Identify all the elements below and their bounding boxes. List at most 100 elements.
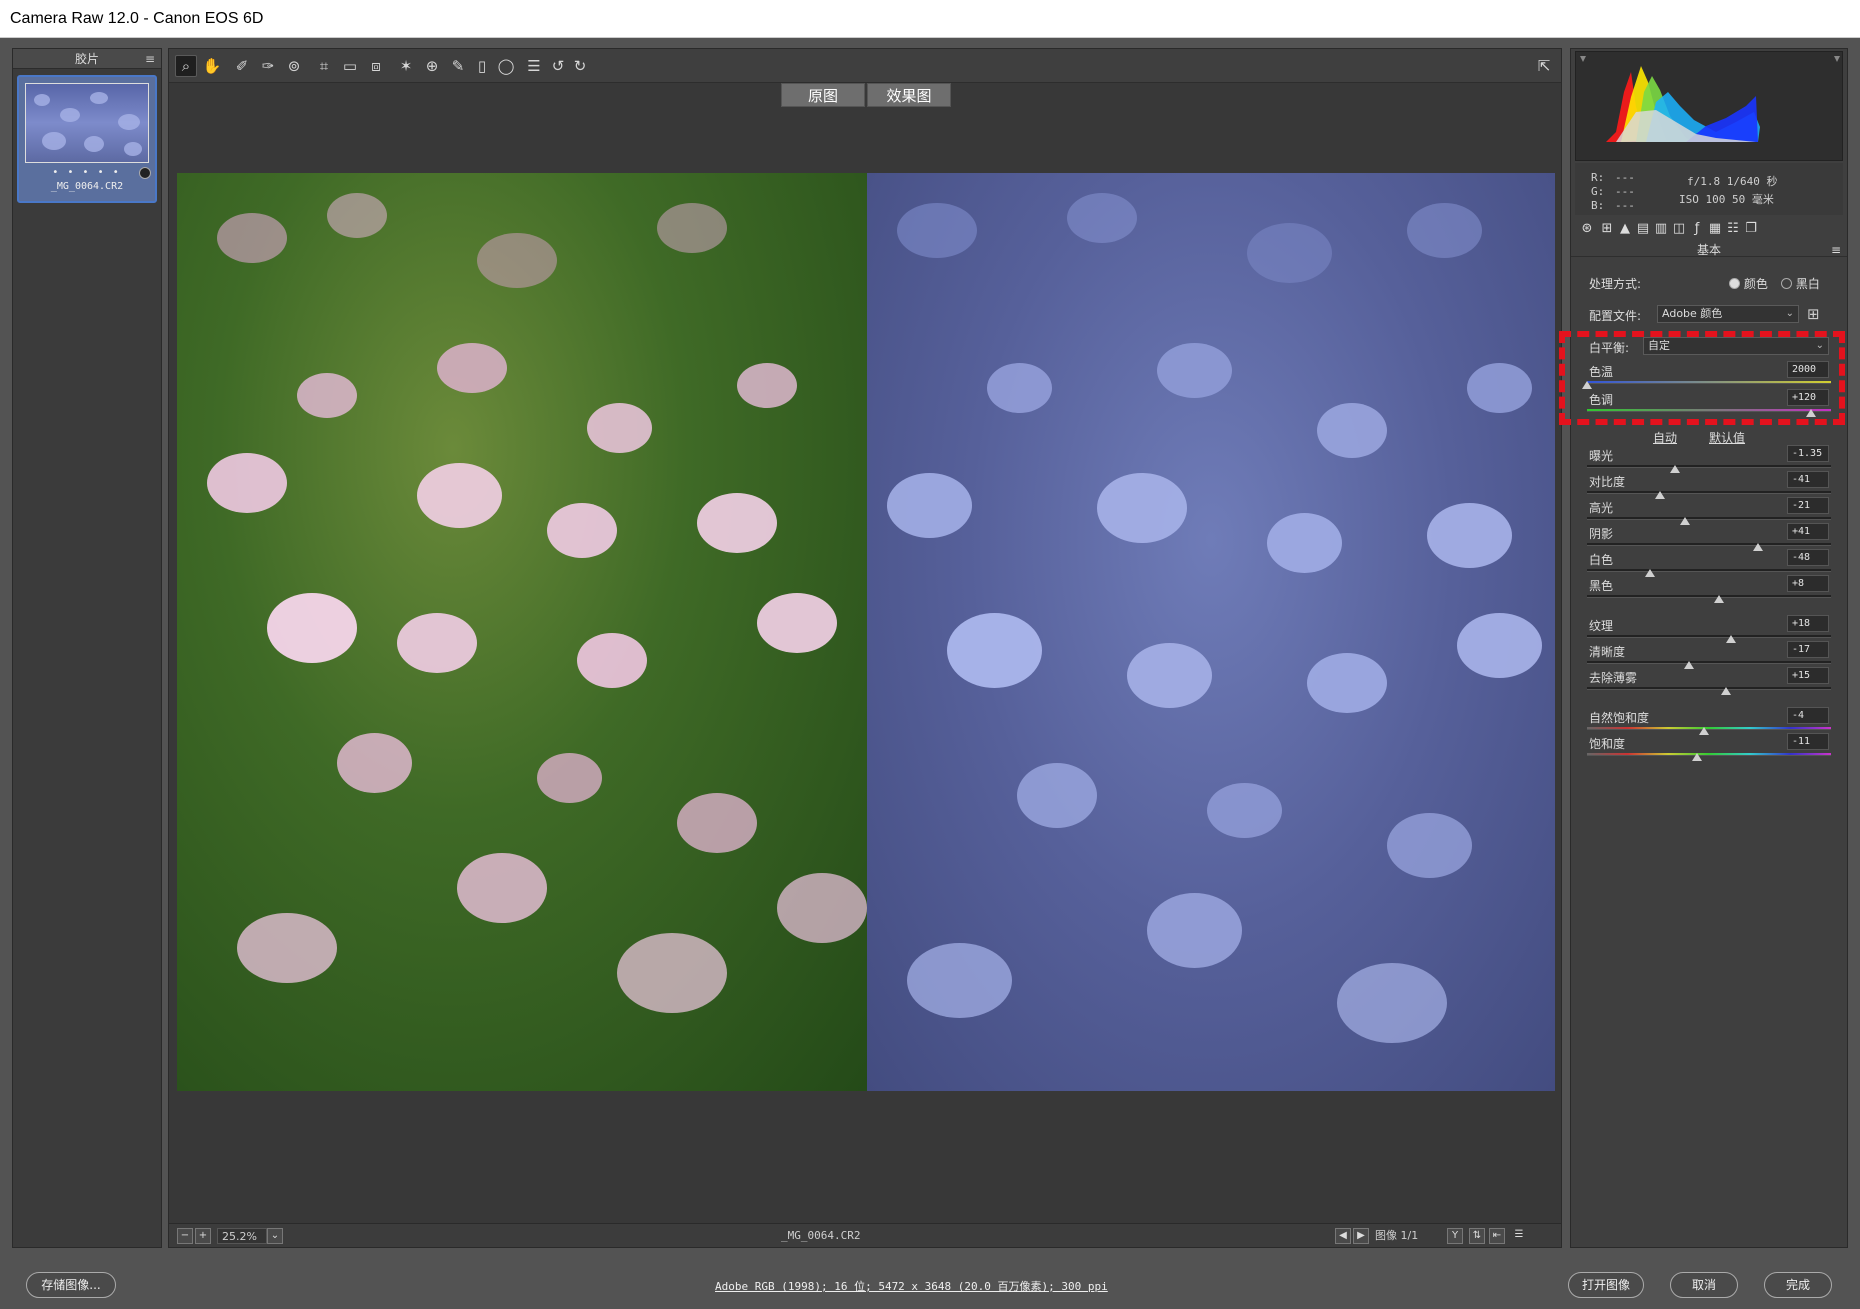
slider-value-tint[interactable]: +120 <box>1787 389 1829 406</box>
red-eye-icon[interactable]: ⊕ <box>421 55 443 77</box>
chevron-down-icon[interactable]: ⌄ <box>267 1228 283 1244</box>
slider-handle[interactable] <box>1655 491 1666 499</box>
menu-icon[interactable]: ≡ <box>145 49 155 69</box>
open-image-button[interactable]: 打开图像 <box>1568 1272 1644 1298</box>
thumbnail-image <box>25 83 149 163</box>
straighten-icon[interactable]: ▭ <box>339 55 361 77</box>
lens-tab-icon[interactable]: ◫ <box>1671 221 1687 237</box>
thumbnail-filename: _MG_0064.CR2 <box>50 181 124 192</box>
zoom-out-button[interactable]: − <box>177 1228 193 1244</box>
shadows-slider[interactable] <box>1587 543 1831 551</box>
slider-handle[interactable] <box>1669 465 1680 473</box>
slider-handle[interactable] <box>1721 687 1732 695</box>
vibrance-slider[interactable] <box>1587 727 1831 735</box>
auto-link[interactable]: 自动 <box>1653 429 1677 446</box>
transform-icon[interactable]: ⧈ <box>365 55 387 77</box>
highlights-slider[interactable] <box>1587 517 1831 525</box>
slider-label-temp: 色温 <box>1589 365 1614 379</box>
crop-icon[interactable]: ⌗ <box>313 55 335 77</box>
clarity-slider[interactable] <box>1587 661 1831 669</box>
window-title: Camera Raw 12.0 - Canon EOS 6D <box>0 0 1860 38</box>
slider-value-exposure[interactable]: -1.35 <box>1787 445 1829 462</box>
treatment-bw-radio[interactable]: 黑白 <box>1781 275 1820 292</box>
next-image-icon[interactable]: ▶ <box>1353 1228 1369 1244</box>
exposure-slider[interactable] <box>1587 465 1831 473</box>
slider-value-clarity[interactable]: -17 <box>1787 641 1829 658</box>
workflow-options-link[interactable]: Adobe RGB (1998); 16 位; 5472 x 3648 (20.… <box>715 1278 1108 1294</box>
slider-value-saturation[interactable]: -11 <box>1787 733 1829 750</box>
zoom-in-button[interactable]: + <box>195 1228 211 1244</box>
detail-tab-icon[interactable]: ▲ <box>1617 221 1633 237</box>
zoom-level[interactable]: 25.2% <box>217 1228 267 1244</box>
rotate-left-icon[interactable]: ↺ <box>547 55 569 77</box>
hand-icon[interactable]: ✋ <box>201 55 223 77</box>
color-sampler-icon[interactable]: ✑ <box>257 55 279 77</box>
slider-value-shadows[interactable]: +41 <box>1787 523 1829 540</box>
slider-handle[interactable] <box>1699 727 1710 735</box>
slider-value-highlights[interactable]: -21 <box>1787 497 1829 514</box>
slider-handle[interactable] <box>1725 635 1736 643</box>
save-image-button[interactable]: 存储图像... <box>26 1272 116 1298</box>
white-balance-icon[interactable]: ✐ <box>231 55 253 77</box>
whites-slider[interactable] <box>1587 569 1831 577</box>
radial-filter-icon[interactable]: ◯ <box>495 55 517 77</box>
preview-preferences-icon[interactable]: ☰ <box>1511 1228 1527 1244</box>
adjustment-brush-icon[interactable]: ✎ <box>447 55 469 77</box>
slider-value-dehaze[interactable]: +15 <box>1787 667 1829 684</box>
slider-handle[interactable] <box>1713 595 1724 603</box>
graduated-filter-icon[interactable]: ▯ <box>471 55 493 77</box>
slider-handle[interactable] <box>1806 409 1817 417</box>
slider-handle[interactable] <box>1582 381 1592 389</box>
presets-tab-icon[interactable]: ☷ <box>1725 221 1741 237</box>
temp-slider[interactable] <box>1582 381 1831 389</box>
slider-value-blacks[interactable]: +8 <box>1787 575 1829 592</box>
slider-value-texture[interactable]: +18 <box>1787 615 1829 632</box>
calibration-tab-icon[interactable]: ▦ <box>1707 221 1723 237</box>
tone-curve-tab-icon[interactable]: ⊞ <box>1599 221 1615 237</box>
target-adjust-icon[interactable]: ⊚ <box>283 55 305 77</box>
default-link[interactable]: 默认值 <box>1709 429 1745 446</box>
slider-handle[interactable] <box>1679 517 1690 525</box>
saturation-slider[interactable] <box>1587 753 1831 761</box>
split-toning-tab-icon[interactable]: ▥ <box>1653 221 1669 237</box>
fullscreen-icon[interactable]: ⇱ <box>1533 55 1555 77</box>
photo-preview[interactable] <box>177 173 1555 1091</box>
basic-tab-icon[interactable]: ⊛ <box>1579 221 1595 237</box>
swap-settings-icon[interactable]: ⇅ <box>1469 1228 1485 1244</box>
slider-label-texture: 纹理 <box>1589 619 1614 633</box>
section-menu-icon[interactable]: ≡ <box>1831 243 1841 257</box>
profile-select[interactable]: Adobe 颜色 ⌄ <box>1657 305 1799 323</box>
treatment-color-radio[interactable]: 颜色 <box>1729 275 1768 292</box>
slider-value-whites[interactable]: -48 <box>1787 549 1829 566</box>
texture-slider[interactable] <box>1587 635 1831 643</box>
rotate-right-icon[interactable]: ↻ <box>569 55 591 77</box>
rating-stars[interactable]: • • • • • <box>19 167 155 178</box>
slider-handle[interactable] <box>1691 753 1702 761</box>
dehaze-slider[interactable] <box>1587 687 1831 695</box>
slider-value-temp[interactable]: 2000 <box>1787 361 1829 378</box>
contrast-slider[interactable] <box>1587 491 1831 499</box>
snapshots-tab-icon[interactable]: ❐ <box>1743 221 1759 237</box>
slider-handle[interactable] <box>1752 543 1763 551</box>
blacks-slider[interactable] <box>1587 595 1831 603</box>
hsl-tab-icon[interactable]: ▤ <box>1635 221 1651 237</box>
slider-handle[interactable] <box>1684 661 1695 669</box>
presets-list-icon[interactable]: ☰ <box>523 55 545 77</box>
wb-select[interactable]: 自定 ⌄ <box>1643 337 1829 355</box>
effects-tab-icon[interactable]: ƒ <box>1689 221 1705 237</box>
prev-image-icon[interactable]: ◀ <box>1335 1228 1351 1244</box>
slider-label-exposure: 曝光 <box>1589 449 1614 463</box>
slider-value-vibrance[interactable]: -4 <box>1787 707 1829 724</box>
copy-settings-icon[interactable]: ⇤ <box>1489 1228 1505 1244</box>
cancel-button[interactable]: 取消 <box>1670 1272 1738 1298</box>
slider-handle[interactable] <box>1645 569 1656 577</box>
zoom-icon[interactable]: ⌕ <box>175 55 197 77</box>
slider-value-contrast[interactable]: -41 <box>1787 471 1829 488</box>
filmstrip-thumbnail[interactable]: • • • • • _MG_0064.CR2 <box>17 75 157 203</box>
done-button[interactable]: 完成 <box>1764 1272 1832 1298</box>
spot-removal-icon[interactable]: ✶ <box>395 55 417 77</box>
before-after-mode-icon[interactable]: Y <box>1447 1228 1463 1244</box>
filmstrip-header: 胶片 ≡ <box>13 49 161 69</box>
tint-slider[interactable] <box>1587 409 1831 417</box>
profile-browser-icon[interactable]: ⊞ <box>1807 305 1825 323</box>
